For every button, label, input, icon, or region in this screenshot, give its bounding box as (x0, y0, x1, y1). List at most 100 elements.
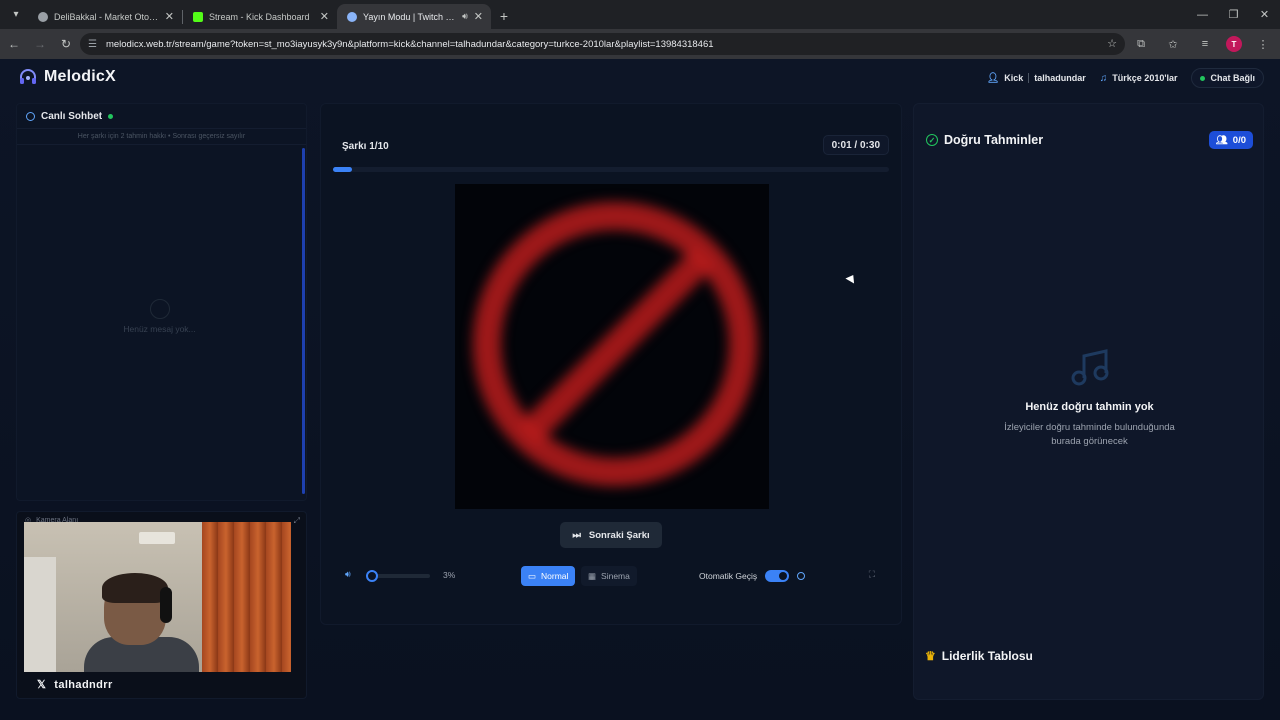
url-text: melodicx.web.tr/stream/game?token=st_mo3… (105, 38, 714, 50)
browser-tab-2[interactable]: Stream - Kick Dashboard ✕ (183, 4, 337, 29)
chat-scrollbar[interactable] (302, 148, 305, 494)
volume-value: 3% (443, 570, 456, 580)
music-note-icon (1071, 349, 1108, 386)
camera-area: ◎ Kamera Alanı ⤢ 𝕏 talhadndrr (16, 511, 307, 699)
chat-rules-note: Her şarkı için 2 tahmin hakkı • Sonrası … (17, 128, 306, 145)
browser-tab-3[interactable]: Yayın Modu | Twitch ve Kick 🔊︎ ✕ (337, 4, 491, 29)
live-dot-icon (108, 113, 114, 119)
skip-next-icon: ⏭ (572, 529, 581, 541)
guesses-title: Doğru Tahminler (944, 133, 1044, 147)
users-icon: 👥︎ (1215, 134, 1228, 146)
headphones-icon (20, 69, 36, 84)
auto-advance-label: Otomatik Geçiş (699, 571, 758, 581)
divider (1028, 73, 1030, 83)
guesses-header: ✓ Doğru Tahminler (926, 133, 1043, 147)
social-handle: 𝕏 talhadndrr (37, 678, 113, 692)
bookmark-star-icon[interactable]: ☆ (1107, 37, 1117, 50)
chat-header: Canlı Sohbet (17, 104, 306, 128)
empty-subtitle: İzleyiciler doğru tahminde bulunduğunda … (1004, 422, 1175, 447)
volume-slider[interactable] (370, 574, 430, 578)
media-icon[interactable]: ≡ (1194, 33, 1216, 55)
total-time: 0:30 (859, 140, 880, 151)
chat-panel: Canlı Sohbet Her şarkı için 2 tahmin hak… (16, 103, 307, 501)
expand-icon[interactable]: ⤢ (294, 516, 300, 526)
film-icon: ▦ (588, 570, 597, 581)
category-name: Türkçe 2010'lar (1112, 73, 1178, 83)
volume-icon[interactable]: 🔊︎ (345, 569, 351, 580)
user-icon: 👤︎ (986, 72, 1000, 84)
handle-text: talhadndrr (54, 678, 113, 691)
tab-favicon-icon (38, 11, 48, 22)
browser-tab-1[interactable]: DeliBakkal - Market Otomasyon ✕ (28, 4, 182, 29)
player-panel: Şarkı 1/10 0:01 / 0:30 ⏭ Sonraki Şarkı 🔊… (320, 103, 902, 625)
new-tab-button[interactable]: + (491, 8, 517, 24)
stream-info: 👤︎ Kick talhadundar ♫ Türkçe 2010'lar Ch… (987, 68, 1264, 88)
chat-empty-icon (149, 299, 170, 319)
browser-tabbar: ▾ DeliBakkal - Market Otomasyon ✕ Stream… (0, 0, 1280, 29)
tab-close-icon[interactable]: ✕ (474, 10, 483, 23)
empty-title: Henüz doğru tahmin yok (1025, 401, 1154, 413)
album-cover-hidden (455, 184, 769, 509)
correct-guesses-panel: ✓ Doğru Tahminler 👥︎ 0/0 Henüz doğru tah… (913, 103, 1264, 700)
menu-kebab-icon[interactable]: ⋮ (1252, 33, 1274, 55)
kick-favicon-icon (193, 11, 203, 22)
mode-cinema-button[interactable]: ▦ Sinema (581, 566, 637, 586)
extensions-icon[interactable]: ⧉ (1130, 33, 1152, 55)
guess-count: 0/0 (1232, 134, 1246, 146)
song-progress-bar (333, 167, 889, 172)
minimize-icon[interactable]: — (1187, 0, 1218, 29)
tab-title: Yayın Modu | Twitch ve Kick (363, 11, 456, 22)
reload-icon[interactable]: ↻ (54, 32, 78, 56)
guesses-empty-state: Henüz doğru tahmin yok İzleyiciler doğru… (914, 348, 1265, 449)
brand-name: MelodicX (44, 68, 116, 85)
app-header: MelodicX 👤︎ Kick talhadundar ♫ Türkçe 20… (0, 59, 1280, 97)
auto-advance: Otomatik Geçiş (699, 570, 806, 582)
crown-icon: ♛ (925, 649, 936, 663)
channel-name: talhadundar (1034, 73, 1086, 83)
window-controls: — ❐ ✕ (1187, 0, 1280, 29)
next-song-label: Sonraki Şarkı (588, 529, 650, 541)
next-song-button[interactable]: ⏭ Sonraki Şarkı (560, 522, 662, 548)
fullscreen-icon[interactable]: ⛶ (869, 569, 875, 580)
page: MelodicX 👤︎ Kick talhadundar ♫ Türkçe 20… (0, 59, 1280, 720)
monitor-icon: ▭ (528, 570, 537, 581)
elapsed-time: 0:01 (831, 140, 852, 151)
site-info-icon[interactable]: ☰ (88, 39, 97, 50)
status-dot-icon (1200, 75, 1206, 81)
tab-close-icon[interactable]: ✕ (165, 10, 174, 23)
mode-normal-button[interactable]: ▭ Normal (521, 566, 576, 586)
speaker-icon[interactable]: 🔊︎ (462, 11, 468, 22)
volume-handle[interactable] (365, 570, 378, 582)
address-bar[interactable]: ☰ melodicx.web.tr/stream/game?token=st_m… (80, 33, 1125, 55)
profile-avatar[interactable]: T (1226, 36, 1242, 52)
category-info: ♫ Türkçe 2010'lar (1100, 73, 1178, 84)
prohibited-icon (473, 202, 757, 486)
info-icon[interactable] (797, 572, 806, 580)
chat-empty-state: Henüz mesaj yok... (17, 299, 302, 334)
chat-title: Canlı Sohbet (41, 110, 103, 122)
song-counter: Şarkı 1/10 (342, 141, 389, 152)
leaderboard-title: Liderlik Tablosu (941, 649, 1033, 663)
guess-count-badge: 👥︎ 0/0 (1208, 131, 1253, 149)
auto-advance-toggle[interactable] (765, 570, 790, 582)
mode-normal-label: Normal (541, 571, 569, 581)
tab-search-icon[interactable]: ▾ (4, 4, 28, 26)
browser-toolbar: ← → ↻ ☰ melodicx.web.tr/stream/game?toke… (0, 29, 1280, 59)
webcam-feed (24, 522, 291, 672)
chat-status-text: Chat Bağlı (1210, 73, 1255, 83)
x-logo-icon: 𝕏 (37, 679, 47, 691)
bookmarks-icon[interactable]: ✩ (1162, 33, 1184, 55)
platform-info: 👤︎ Kick talhadundar (987, 73, 1086, 84)
back-icon[interactable]: ← (2, 32, 26, 56)
player-controls: 🔊︎ 3% ▭ Normal ▦ Sinema Otomatik Geçiş ⛶ (333, 566, 889, 588)
tab-close-icon[interactable]: ✕ (320, 10, 329, 23)
close-window-icon[interactable]: ✕ (1249, 0, 1280, 29)
tab-title: DeliBakkal - Market Otomasyon (54, 11, 159, 22)
brand[interactable]: MelodicX (18, 67, 116, 87)
chat-bubble-icon (26, 111, 35, 121)
globe-favicon-icon (347, 11, 357, 22)
leaderboard-header: ♛ Liderlik Tablosu (925, 649, 1033, 663)
forward-icon[interactable]: → (28, 32, 52, 56)
music-note-icon: ♫ (1099, 72, 1108, 84)
restore-icon[interactable]: ❐ (1218, 0, 1249, 29)
